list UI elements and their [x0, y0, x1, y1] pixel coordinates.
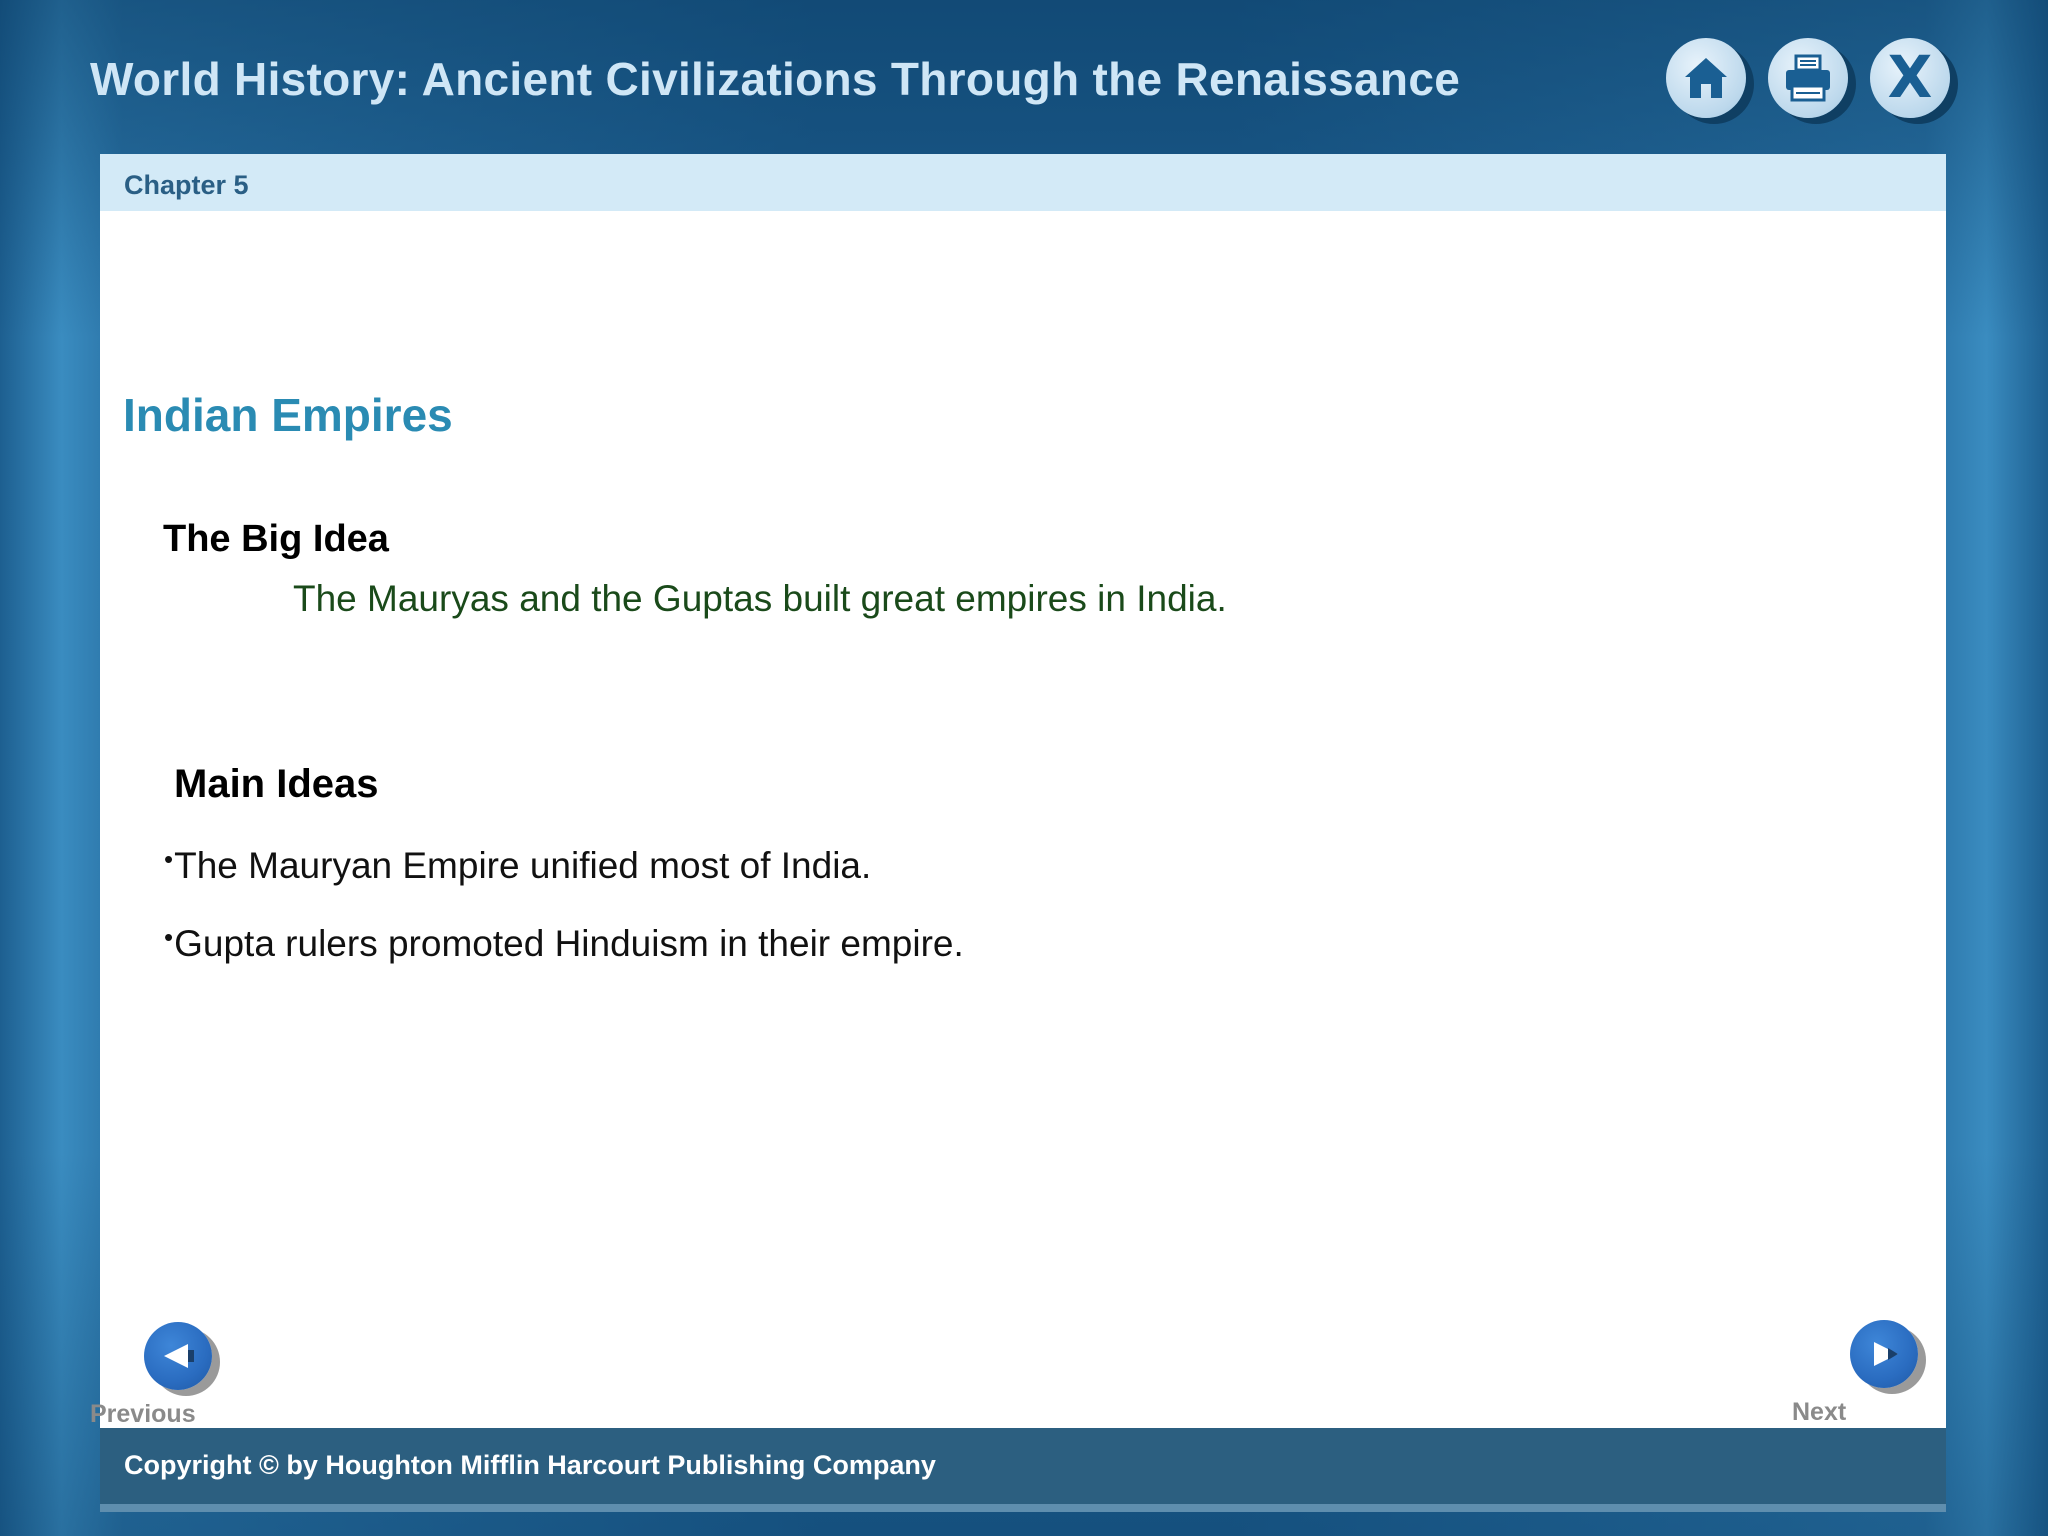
main-idea-text: Gupta rulers promoted Hinduism in their …: [174, 923, 964, 964]
chapter-bar: Chapter 5: [100, 154, 1946, 211]
bullet-marker: •: [164, 922, 174, 952]
home-icon: [1685, 58, 1727, 98]
printer-icon: [1786, 54, 1830, 102]
section-title: Indian Empires: [123, 389, 453, 441]
big-idea-text: The Mauryas and the Guptas built great e…: [293, 578, 1227, 619]
footer-bar: Copyright © by Houghton Mifflin Harcourt…: [100, 1428, 1946, 1504]
close-button[interactable]: X: [1870, 38, 1950, 118]
previous-button[interactable]: [144, 1322, 212, 1390]
slide-panel: Chapter 5 Indian Empires The Big Idea Th…: [90, 154, 1946, 1512]
arrow-right-icon: [1874, 1342, 1898, 1366]
main-idea-text: The Mauryan Empire unified most of India…: [174, 845, 872, 886]
next-button[interactable]: [1850, 1320, 1918, 1388]
previous-label[interactable]: Previous: [90, 1400, 196, 1429]
arrow-left-icon: [164, 1344, 194, 1368]
main-idea-item: •The Mauryan Empire unified most of Indi…: [164, 844, 871, 887]
footer-strip: [100, 1504, 1946, 1512]
copyright-text: Copyright © by Houghton Mifflin Harcourt…: [124, 1450, 936, 1480]
main-ideas-heading: Main Ideas: [174, 762, 379, 806]
next-label[interactable]: Next: [1792, 1398, 1846, 1427]
print-button[interactable]: [1768, 38, 1848, 118]
close-icon: X: [1887, 43, 1933, 111]
app-title: World History: Ancient Civilizations Thr…: [90, 53, 1461, 105]
chapter-label: Chapter 5: [124, 170, 249, 200]
big-idea-heading: The Big Idea: [163, 518, 389, 560]
main-idea-item: •Gupta rulers promoted Hinduism in their…: [164, 922, 964, 965]
bullet-marker: •: [164, 844, 174, 874]
home-button[interactable]: [1666, 38, 1746, 118]
